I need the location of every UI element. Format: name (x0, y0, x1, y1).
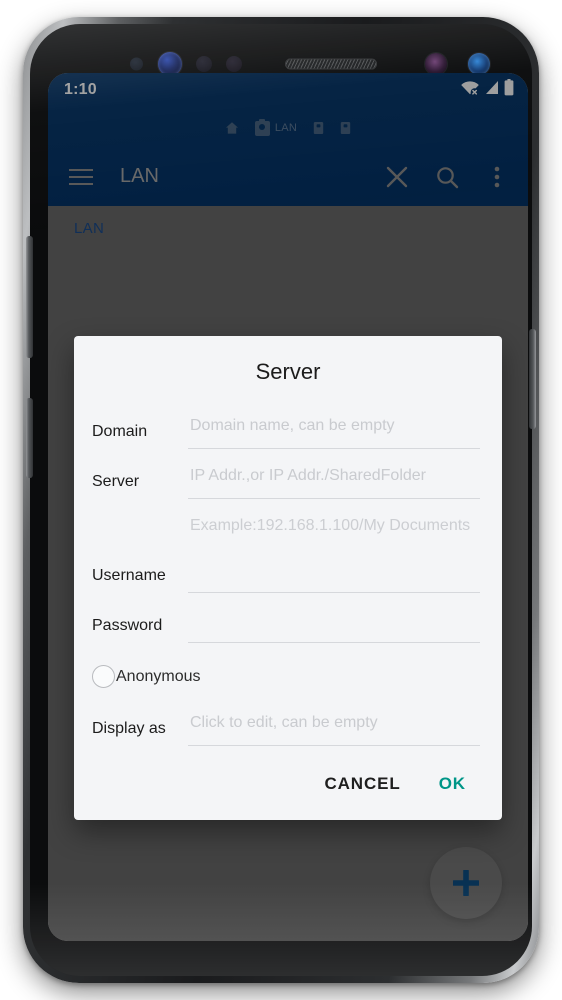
volume-button[interactable] (26, 236, 33, 358)
server-dialog: Server Domain Domain name, can be empty … (74, 336, 502, 820)
helper-spacer (92, 505, 188, 545)
iris-sensor-icon (196, 56, 212, 72)
server-form: Domain Domain name, can be empty Server … (74, 405, 502, 746)
proximity-sensor-icon (130, 57, 143, 71)
phone-frame: 1:10 LAN LAN LAN Server Domain Domain na… (23, 17, 539, 983)
assistant-button[interactable] (26, 398, 33, 478)
earpiece-speaker (285, 58, 377, 70)
anonymous-checkbox[interactable] (92, 665, 115, 688)
domain-label: Domain (92, 423, 148, 440)
domain-field[interactable]: Domain name, can be empty (188, 417, 480, 449)
display-as-field[interactable]: Click to edit, can be empty (188, 714, 480, 746)
display-as-placeholder: Click to edit, can be empty (190, 714, 378, 731)
power-button[interactable] (529, 329, 536, 429)
cancel-button[interactable]: CANCEL (324, 774, 400, 794)
field-row-domain: Domain Domain name, can be empty (92, 405, 480, 449)
field-row-server: Server IP Addr.,or IP Addr./SharedFolder (92, 455, 480, 499)
field-row-display-as: Display as Click to edit, can be empty (92, 702, 480, 746)
server-field[interactable]: IP Addr.,or IP Addr./SharedFolder (188, 467, 480, 499)
username-label: Username (92, 567, 166, 584)
anonymous-label: Anonymous (116, 667, 201, 685)
field-row-password: Password (92, 599, 480, 643)
light-sensor-icon (226, 56, 242, 72)
phone-screen: 1:10 LAN LAN LAN Server Domain Domain na… (48, 73, 528, 941)
password-label: Password (92, 617, 163, 634)
screenshot-root: 1:10 LAN LAN LAN Server Domain Domain na… (0, 0, 562, 1000)
username-field[interactable] (188, 561, 480, 593)
server-helper-text: Example:192.168.1.100/My Documents (190, 517, 471, 534)
secondary-camera-icon (468, 53, 490, 75)
server-label: Server (92, 473, 140, 490)
server-helper-row: Example:192.168.1.100/My Documents (92, 505, 480, 545)
iris-scanner-icon (425, 53, 447, 75)
phone-bezel: 1:10 LAN LAN LAN Server Domain Domain na… (26, 24, 536, 976)
field-row-username: Username (92, 549, 480, 593)
domain-placeholder: Domain name, can be empty (190, 417, 395, 434)
server-placeholder: IP Addr.,or IP Addr./SharedFolder (190, 467, 427, 484)
password-field[interactable] (188, 611, 480, 643)
ok-button[interactable]: OK (439, 774, 466, 794)
dialog-actions: CANCEL OK (74, 752, 502, 812)
app-root: 1:10 LAN LAN LAN Server Domain Domain na… (48, 73, 528, 941)
anonymous-checkbox-row[interactable]: Anonymous (92, 649, 480, 700)
dialog-title: Server (255, 359, 321, 384)
display-as-label: Display as (92, 720, 166, 737)
